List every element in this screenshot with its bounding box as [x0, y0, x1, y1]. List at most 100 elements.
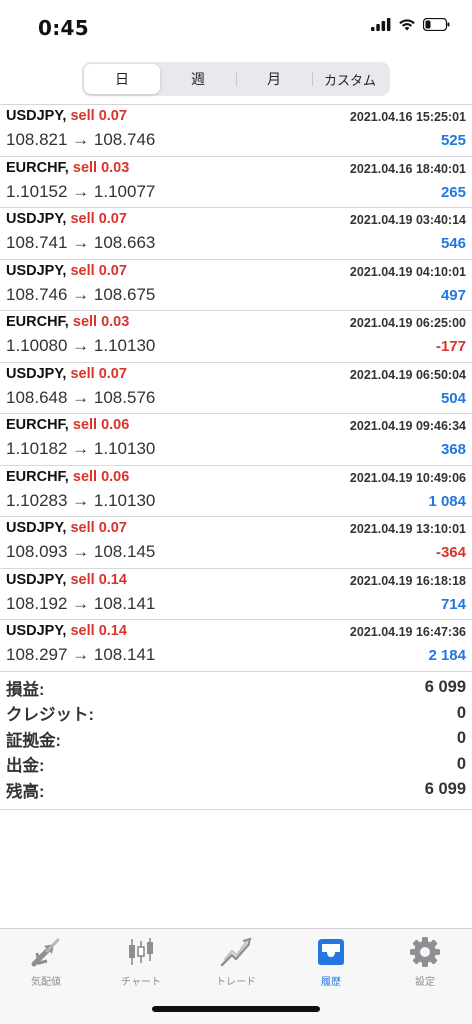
tab-history-label: 履歴	[321, 977, 341, 988]
summary-value: 6 099	[424, 780, 466, 799]
trade-row[interactable]: USDJPY, sell 0.07 2021.04.16 15:25:01 10…	[0, 105, 472, 157]
trade-profit: 368	[440, 441, 466, 458]
trade-symbol: EURCHF,	[6, 468, 69, 485]
trade-title: EURCHF, sell 0.03	[6, 160, 129, 176]
trade-row[interactable]: EURCHF, sell 0.06 2021.04.19 10:49:06 1.…	[0, 466, 472, 517]
segment-custom[interactable]: カスタム	[312, 64, 388, 94]
trade-date: 2021.04.19 10:49:06	[349, 470, 466, 485]
trade-profit: 525	[440, 132, 466, 149]
trade-profit: 265	[440, 183, 466, 201]
segment-month-label: 月	[267, 72, 281, 88]
trade-date: 2021.04.19 06:50:04	[349, 367, 466, 382]
segment-day[interactable]: 日	[84, 64, 160, 94]
trade-side: sell 0.03	[72, 159, 130, 176]
trade-date: 2021.04.19 03:40:14	[349, 213, 466, 227]
trade-side: sell 0.06	[72, 468, 130, 485]
trade-date: 2021.04.19 13:10:01	[349, 522, 466, 536]
trade-side: sell 0.07	[70, 262, 127, 279]
gear-icon	[410, 937, 440, 967]
trade-title: USDJPY, sell 0.07	[6, 520, 127, 536]
segment-day-label: 日	[115, 72, 129, 88]
trade-row[interactable]: EURCHF, sell 0.03 2021.04.16 18:40:01 1.…	[0, 157, 472, 208]
trade-prices: 1.10152 → 1.10077	[6, 181, 156, 201]
trade-date: 2021.04.19 06:25:00	[349, 316, 466, 330]
trade-side: sell 0.07	[70, 520, 127, 536]
trade-row[interactable]: USDJPY, sell 0.07 2021.04.19 13:10:01 10…	[0, 517, 472, 569]
segment-month[interactable]: 月	[236, 64, 312, 94]
trade-date: 2021.04.19 04:10:01	[349, 264, 466, 279]
trade-prices: 108.093 → 108.145	[6, 542, 156, 561]
trade-row[interactable]: EURCHF, sell 0.06 2021.04.19 09:46:34 1.…	[0, 414, 472, 466]
trade-row[interactable]: USDJPY, sell 0.07 2021.04.19 06:50:04 10…	[0, 363, 472, 414]
summary-value: 0	[456, 703, 466, 722]
trade-symbol: EURCHF,	[6, 417, 69, 433]
summary-credit: クレジット: 0	[0, 701, 472, 727]
tab-history[interactable]: 履歴	[291, 935, 371, 988]
trade-symbol: USDJPY,	[6, 520, 67, 536]
wifi-icon	[399, 19, 415, 31]
summary-label: クレジット:	[6, 706, 94, 725]
summary-value: 6 099	[424, 678, 466, 697]
trade-side: sell 0.07	[70, 108, 127, 124]
trade-prices: 108.741 → 108.663	[6, 233, 156, 252]
trade-profit: -364	[435, 544, 466, 561]
trade-title: USDJPY, sell 0.07	[6, 263, 127, 279]
tab-chart-label: チャート	[121, 977, 161, 988]
trade-symbol: USDJPY,	[6, 571, 67, 588]
trade-symbol: USDJPY,	[6, 365, 67, 382]
summary-label: 損益:	[6, 680, 45, 699]
summary-label: 残高:	[6, 782, 45, 801]
trade-symbol: USDJPY,	[6, 262, 67, 279]
trade-chart-icon	[220, 937, 252, 967]
trade-prices: 108.192 → 108.141	[6, 593, 156, 613]
trade-side: sell 0.07	[70, 365, 127, 382]
tab-quotes[interactable]: 気配値	[6, 935, 86, 988]
trade-profit: 714	[440, 595, 466, 613]
trade-prices: 108.297 → 108.141	[6, 645, 156, 664]
quotes-arrows-icon	[31, 938, 60, 967]
summary-balance: 残高: 6 099	[0, 777, 472, 803]
trade-title: USDJPY, sell 0.14	[6, 623, 127, 639]
summary-profit: 損益: 6 099	[0, 675, 472, 701]
summary-value: 0	[456, 729, 466, 748]
battery-icon	[423, 18, 450, 31]
tab-chart[interactable]: チャート	[101, 935, 181, 988]
trade-profit: 546	[440, 235, 466, 252]
home-indicator	[152, 1006, 320, 1012]
trade-history-list: USDJPY, sell 0.07 2021.04.16 15:25:01 10…	[0, 104, 472, 672]
history-tray-icon	[318, 939, 344, 965]
trade-title: USDJPY, sell 0.07	[6, 108, 127, 124]
trade-side: sell 0.07	[70, 211, 127, 227]
trade-date: 2021.04.19 16:18:18	[349, 573, 466, 588]
signal-icon	[371, 18, 391, 31]
trade-title: USDJPY, sell 0.14	[6, 572, 127, 588]
trade-date: 2021.04.19 09:46:34	[349, 419, 466, 433]
status-icons	[371, 18, 450, 31]
trade-profit: -177	[435, 338, 466, 355]
trade-symbol: USDJPY,	[6, 108, 67, 124]
trade-prices: 108.821 → 108.746	[6, 130, 156, 149]
trade-row[interactable]: USDJPY, sell 0.07 2021.04.19 03:40:14 10…	[0, 208, 472, 260]
candlestick-icon	[129, 938, 153, 965]
trade-row[interactable]: USDJPY, sell 0.07 2021.04.19 04:10:01 10…	[0, 260, 472, 311]
summary-value: 0	[456, 754, 466, 773]
tab-trade[interactable]: トレード	[196, 935, 276, 988]
segment-week[interactable]: 週	[160, 64, 236, 94]
tab-settings[interactable]: 設定	[385, 935, 465, 988]
trade-row[interactable]: USDJPY, sell 0.14 2021.04.19 16:18:18 10…	[0, 569, 472, 620]
trade-date: 2021.04.16 18:40:01	[349, 161, 466, 176]
trade-symbol: USDJPY,	[6, 211, 67, 227]
summary-label: 出金:	[6, 757, 45, 776]
trade-title: EURCHF, sell 0.06	[6, 469, 129, 485]
trade-prices: 108.648 → 108.576	[6, 387, 156, 407]
trade-row[interactable]: EURCHF, sell 0.03 2021.04.19 06:25:00 1.…	[0, 311, 472, 363]
trade-title: EURCHF, sell 0.06	[6, 417, 129, 433]
trade-profit: 2 184	[428, 647, 466, 664]
trade-side: sell 0.14	[70, 571, 127, 588]
trade-row[interactable]: USDJPY, sell 0.14 2021.04.19 16:47:36 10…	[0, 620, 472, 672]
trade-prices: 1.10182 → 1.10130	[6, 439, 156, 458]
trade-profit: 1 084	[428, 492, 466, 510]
trade-profit: 497	[440, 286, 466, 304]
status-time: 0:45	[38, 16, 89, 40]
trade-prices: 1.10080 → 1.10130	[6, 336, 156, 355]
